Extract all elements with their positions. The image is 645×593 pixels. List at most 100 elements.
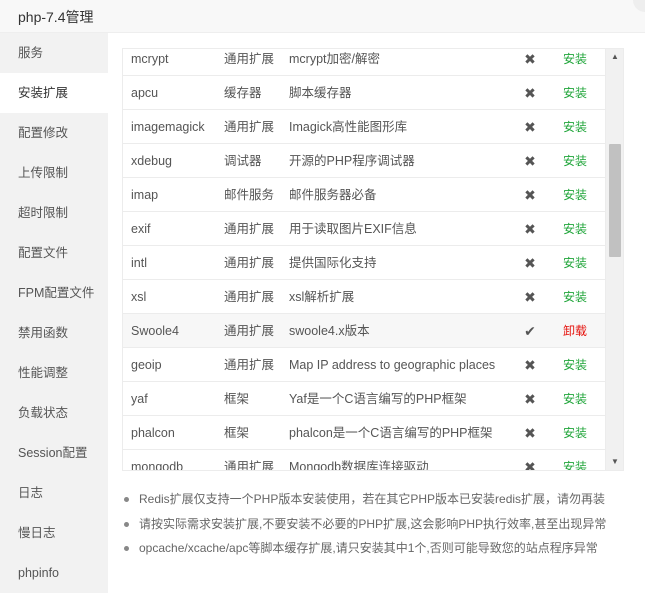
table-row: imagemagick 通用扩展 Imagick高性能图形库 ✖ 安装 (123, 110, 605, 144)
sidebar-item-config-file[interactable]: 配置文件 (0, 233, 108, 273)
sidebar-item-upload-limit[interactable]: 上传限制 (0, 153, 108, 193)
ext-type: 框架 (224, 426, 250, 440)
not-installed-icon: ✖ (524, 357, 536, 373)
install-button[interactable]: 安装 (563, 382, 587, 416)
ext-type: 邮件服务 (224, 188, 275, 202)
sidebar-item-install-extensions[interactable]: 安装扩展 (0, 73, 108, 113)
sidebar-item-slow-log[interactable]: 慢日志 (0, 513, 108, 553)
ext-type: 框架 (224, 392, 250, 406)
table-row: phalcon 框架 phalcon是一个C语言编写的PHP框架 ✖ 安装 (123, 416, 605, 450)
note-item: opcache/xcache/apc等脚本缓存扩展,请只安装其中1个,否则可能导… (122, 536, 632, 561)
install-button[interactable]: 安装 (563, 280, 587, 314)
note-text: 请按实际需求安装扩展,不要安装不必要的PHP扩展,这会影响PHP执行效率,甚至出… (139, 516, 607, 531)
ext-name: imap (131, 188, 159, 202)
install-button[interactable]: 安装 (563, 416, 587, 450)
not-installed-icon: ✖ (524, 425, 536, 441)
ext-name: exif (131, 222, 151, 236)
ext-name: imagemagick (131, 120, 205, 134)
ext-desc: phalcon是一个C语言编写的PHP框架 (289, 426, 493, 440)
scroll-down-arrow-icon[interactable]: ▼ (606, 454, 623, 470)
bullet-dot-icon (124, 521, 129, 527)
install-button[interactable]: 安装 (563, 348, 587, 382)
not-installed-icon: ✖ (524, 289, 536, 305)
note-item: Redis扩展仅支持一个PHP版本安装使用，若在其它PHP版本已安装redis扩… (122, 487, 632, 512)
sidebar-item-session-config[interactable]: Session配置 (0, 433, 108, 473)
table-row: intl 通用扩展 提供国际化支持 ✖ 安装 (123, 246, 605, 280)
ext-desc: Imagick高性能图形库 (289, 120, 408, 134)
ext-name: mcrypt (131, 52, 169, 66)
table-row: xsl 通用扩展 xsl解析扩展 ✖ 安装 (123, 280, 605, 314)
ext-desc: Yaf是一个C语言编写的PHP框架 (289, 392, 467, 406)
scroll-up-arrow-icon[interactable]: ▲ (606, 49, 623, 65)
not-installed-icon: ✖ (524, 153, 536, 169)
close-icon[interactable] (633, 0, 645, 12)
extensions-table: mcrypt 通用扩展 mcrypt加密/解密 ✖ 安装 apcu 缓存器 脚本… (122, 48, 624, 471)
ext-type: 通用扩展 (224, 256, 275, 270)
ext-desc: Map IP address to geographic places (289, 358, 496, 372)
install-button[interactable]: 安装 (563, 49, 587, 76)
installed-check-icon: ✔ (524, 323, 536, 339)
notes-list: Redis扩展仅支持一个PHP版本安装使用，若在其它PHP版本已安装redis扩… (122, 487, 632, 561)
install-button[interactable]: 安装 (563, 110, 587, 144)
ext-name: phalcon (131, 426, 175, 440)
ext-type: 通用扩展 (224, 324, 275, 338)
install-button[interactable]: 安装 (563, 144, 587, 178)
ext-desc: 邮件服务器必备 (289, 188, 377, 202)
table-scrollbar[interactable]: ▲ ▼ (605, 49, 623, 470)
scroll-thumb[interactable] (609, 144, 621, 257)
table-row: geoip 通用扩展 Map IP address to geographic … (123, 348, 605, 382)
ext-name: geoip (131, 358, 162, 372)
not-installed-icon: ✖ (524, 391, 536, 407)
not-installed-icon: ✖ (524, 187, 536, 203)
ext-type: 通用扩展 (224, 52, 275, 66)
sidebar-item-phpinfo[interactable]: phpinfo (0, 553, 108, 593)
not-installed-icon: ✖ (524, 85, 536, 101)
ext-name: Swoole4 (131, 324, 179, 338)
sidebar-item-performance-tuning[interactable]: 性能调整 (0, 353, 108, 393)
sidebar-item-load-status[interactable]: 负载状态 (0, 393, 108, 433)
not-installed-icon: ✖ (524, 221, 536, 237)
sidebar-item-fpm-config-file[interactable]: FPM配置文件 (0, 273, 108, 313)
window-title-bar: php-7.4管理 (0, 0, 645, 33)
ext-type: 缓存器 (224, 86, 262, 100)
sidebar-item-timeout-limit[interactable]: 超时限制 (0, 193, 108, 233)
ext-desc: xsl解析扩展 (289, 290, 355, 304)
table-row: mcrypt 通用扩展 mcrypt加密/解密 ✖ 安装 (123, 49, 605, 76)
ext-name: intl (131, 256, 147, 270)
ext-desc: 用于读取图片EXIF信息 (289, 222, 417, 236)
bullet-dot-icon (124, 497, 129, 502)
sidebar-item-service[interactable]: 服务 (0, 33, 108, 73)
ext-desc: Mongodb数据库连接驱动 (289, 460, 429, 471)
table-row: Swoole4 通用扩展 swoole4.x版本 ✔ 卸载 (123, 314, 605, 348)
ext-type: 通用扩展 (224, 222, 275, 236)
install-button[interactable]: 安装 (563, 450, 587, 470)
ext-type: 通用扩展 (224, 358, 275, 372)
table-row: imap 邮件服务 邮件服务器必备 ✖ 安装 (123, 178, 605, 212)
not-installed-icon: ✖ (524, 51, 536, 67)
note-text: Redis扩展仅支持一个PHP版本安装使用，若在其它PHP版本已安装redis扩… (139, 492, 606, 506)
main-panel: mcrypt 通用扩展 mcrypt加密/解密 ✖ 安装 apcu 缓存器 脚本… (108, 33, 645, 593)
sidebar-item-config-modify[interactable]: 配置修改 (0, 113, 108, 153)
table-row: mongodb 通用扩展 Mongodb数据库连接驱动 ✖ 安装 (123, 450, 605, 471)
install-button[interactable]: 安装 (563, 178, 587, 212)
not-installed-icon: ✖ (524, 119, 536, 135)
sidebar-item-log[interactable]: 日志 (0, 473, 108, 513)
bullet-dot-icon (124, 546, 129, 551)
uninstall-button[interactable]: 卸载 (563, 314, 587, 348)
ext-type: 通用扩展 (224, 460, 275, 471)
sidebar-item-disabled-functions[interactable]: 禁用函数 (0, 313, 108, 353)
install-button[interactable]: 安装 (563, 76, 587, 110)
window-title: php-7.4管理 (18, 9, 94, 25)
install-button[interactable]: 安装 (563, 212, 587, 246)
ext-name: xdebug (131, 154, 173, 168)
sidebar: 服务 安装扩展 配置修改 上传限制 超时限制 配置文件 FPM配置文件 禁用函数… (0, 33, 108, 593)
ext-desc: 提供国际化支持 (289, 256, 377, 270)
install-button[interactable]: 安装 (563, 246, 587, 280)
ext-type: 通用扩展 (224, 120, 275, 134)
note-text: opcache/xcache/apc等脚本缓存扩展,请只安装其中1个,否则可能导… (139, 541, 598, 555)
ext-name: yaf (131, 392, 148, 406)
ext-type: 调试器 (224, 154, 262, 168)
ext-desc: 开源的PHP程序调试器 (289, 154, 415, 168)
table-row: exif 通用扩展 用于读取图片EXIF信息 ✖ 安装 (123, 212, 605, 246)
table-row: yaf 框架 Yaf是一个C语言编写的PHP框架 ✖ 安装 (123, 382, 605, 416)
